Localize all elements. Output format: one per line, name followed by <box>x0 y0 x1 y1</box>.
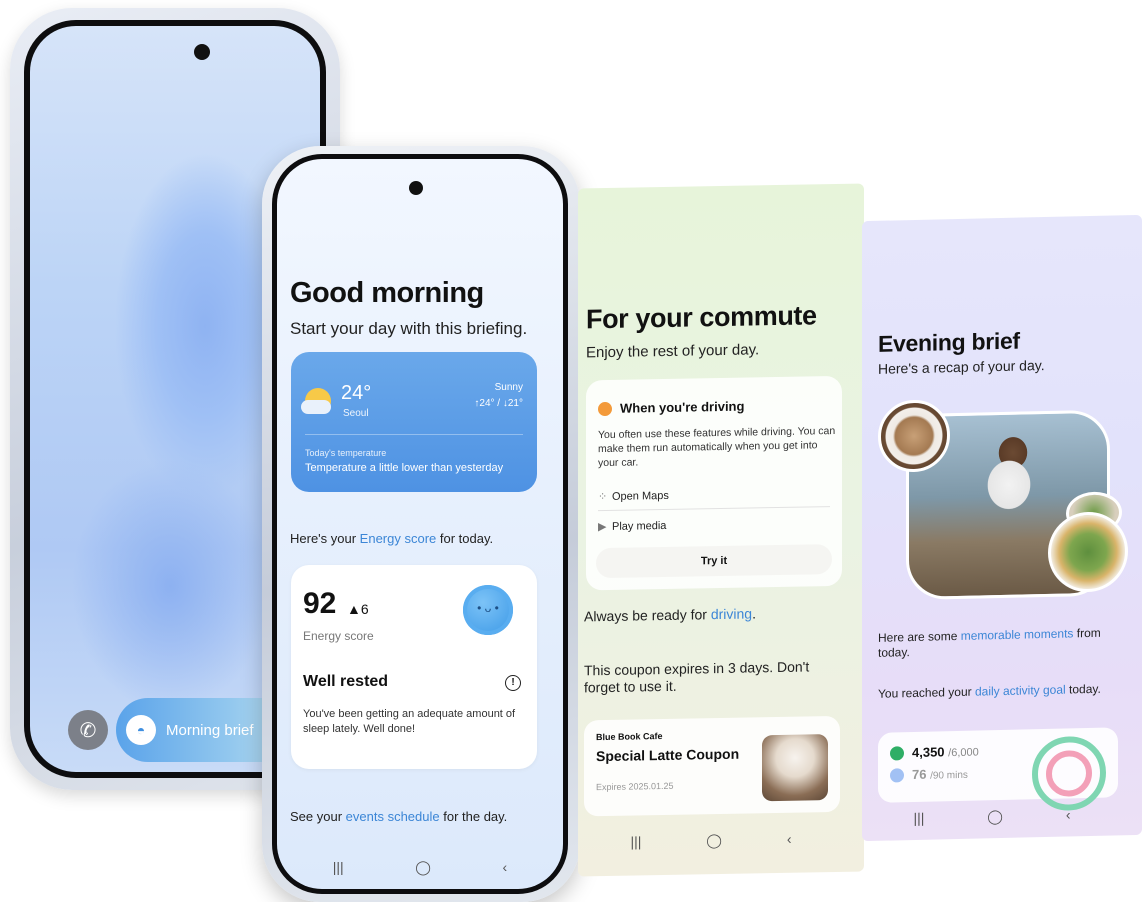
steps-value: 4,350 <box>912 744 945 761</box>
coupon-store: Blue Book Cafe <box>596 731 663 743</box>
phone-icon[interactable]: ✆ <box>68 710 108 750</box>
photo-collage[interactable] <box>878 395 1128 611</box>
ready-prefix: Always be ready for <box>584 606 711 625</box>
car-icon <box>598 401 612 417</box>
weather-label: Today's temperature <box>305 448 387 458</box>
energy-intro-suffix: for today. <box>436 531 494 546</box>
steps-goal: /6,000 <box>948 746 979 760</box>
driving-divider <box>598 506 830 512</box>
driving-card: When you're driving You often use these … <box>586 375 842 591</box>
driving-title: When you're driving <box>620 398 745 416</box>
ready-line: Always be ready for driving. <box>584 605 756 624</box>
play-media-item[interactable]: ▶ Play media <box>598 519 666 533</box>
open-maps-item[interactable]: ⁘ Open Maps <box>598 489 669 503</box>
energy-score-delta: ▲6 <box>347 601 369 617</box>
coupon-card[interactable]: Blue Book Cafe Special Latte Coupon Expi… <box>584 715 840 817</box>
weather-city: Seoul <box>343 408 369 419</box>
salad-photo <box>1048 511 1128 593</box>
home-button[interactable]: ◯ <box>706 832 722 849</box>
back-button[interactable]: ‹ <box>787 831 792 848</box>
front-camera <box>409 181 423 195</box>
moments-line: Here are some memorable moments from tod… <box>878 625 1128 661</box>
home-button[interactable]: ◯ <box>987 808 1003 825</box>
weather-card[interactable]: 24° Seoul Sunny ↑24° / ↓21° Today's temp… <box>291 352 537 492</box>
info-icon[interactable]: ! <box>505 675 521 691</box>
coupon-expiry: Expires 2025.01.25 <box>596 780 674 793</box>
recents-button[interactable]: ||| <box>333 859 344 876</box>
try-it-button[interactable]: Try it <box>596 544 832 579</box>
morning-brief-screen: Good morning Start your day with this br… <box>277 159 563 889</box>
back-button[interactable]: ‹ <box>1066 806 1071 823</box>
front-camera <box>194 44 210 60</box>
energy-card[interactable]: 92 ▲6 Energy score • ᴗ • Well rested ! Y… <box>291 565 537 769</box>
energy-score-link[interactable]: Energy score <box>360 531 437 546</box>
weather-message: Temperature a little lower than yesterda… <box>305 462 504 474</box>
activity-card[interactable]: 4,350 /6,000 76 /90 mins <box>878 727 1118 812</box>
back-button[interactable]: ‹ <box>503 859 508 876</box>
goal-line: You reached your daily activity goal tod… <box>878 681 1128 702</box>
energy-description: You've been getting an adequate amount o… <box>303 708 516 735</box>
commute-title: For your commute <box>586 300 817 335</box>
events-prefix: See your <box>290 809 346 824</box>
front-phone: Good morning Start your day with this br… <box>262 146 580 902</box>
latte-image <box>762 734 828 802</box>
energy-mascot-icon: • ᴗ • <box>463 585 513 635</box>
activity-goal-link[interactable]: daily activity goal <box>975 683 1066 699</box>
energy-status: Well rested <box>303 673 389 690</box>
events-suffix: for the day. <box>439 809 508 824</box>
recents-button[interactable]: ||| <box>630 833 641 850</box>
goal-prefix: You reached your <box>878 684 975 701</box>
greeting-subtitle: Start your day with this briefing. <box>290 319 528 338</box>
nav-bar: ||| ◯ ‹ <box>882 806 1102 828</box>
ready-suffix: . <box>752 605 756 622</box>
mins-goal: /90 mins <box>930 769 968 782</box>
weather-condition: Sunny <box>494 382 523 393</box>
driving-link[interactable]: driving <box>711 605 752 622</box>
play-icon: ▶ <box>598 520 607 534</box>
weather-temperature: 24° <box>341 382 372 404</box>
energy-score-value: 92 <box>303 587 337 620</box>
activity-rings-icon <box>1032 735 1106 812</box>
active-time-icon <box>890 768 904 783</box>
coupon-name: Special Latte Coupon <box>596 745 740 765</box>
energy-score-label: Energy score <box>303 629 374 643</box>
driving-description: You often use these features while drivi… <box>598 425 836 470</box>
steps-count: 4,350 /6,000 <box>912 744 979 761</box>
greeting-title: Good morning <box>290 277 484 309</box>
goal-suffix: today. <box>1065 681 1101 697</box>
energy-intro-prefix: Here's your <box>290 531 360 546</box>
energy-intro: Here's your Energy score for today. <box>290 531 493 546</box>
maps-icon: ⁘ <box>598 490 608 504</box>
sunrise-icon: ◓ <box>126 715 156 745</box>
front-phone-screen: Good morning Start your day with this br… <box>272 154 568 894</box>
moments-prefix: Here are some <box>878 628 961 645</box>
events-line: See your events schedule for the day. <box>290 809 507 824</box>
cloud-icon <box>301 400 331 414</box>
recents-button[interactable]: ||| <box>913 810 924 827</box>
weather-divider <box>305 434 523 435</box>
steps-icon <box>890 746 904 761</box>
memorable-moments-link[interactable]: memorable moments <box>961 626 1074 643</box>
mins-value: 76 <box>912 766 927 783</box>
play-media-label: Play media <box>612 519 667 533</box>
evening-screen: Evening brief Here's a recap of your day… <box>862 214 1142 842</box>
active-minutes: 76 /90 mins <box>912 766 968 782</box>
commute-screen: For your commute Enjoy the rest of your … <box>578 183 864 877</box>
events-schedule-link[interactable]: events schedule <box>346 809 440 824</box>
commute-subtitle: Enjoy the rest of your day. <box>586 341 760 362</box>
home-button[interactable]: ◯ <box>415 859 431 876</box>
nav-bar: ||| ◯ ‹ <box>297 859 543 876</box>
morning-brief-label: Morning brief <box>166 721 254 739</box>
weather-range: ↑24° / ↓21° <box>474 398 523 409</box>
open-maps-label: Open Maps <box>612 489 669 503</box>
nav-bar: ||| ◯ ‹ <box>598 830 824 851</box>
coupon-message: This coupon expires in 3 days. Don't for… <box>584 658 810 696</box>
evening-subtitle: Here's a recap of your day. <box>878 357 1045 377</box>
evening-title: Evening brief <box>878 327 1020 357</box>
